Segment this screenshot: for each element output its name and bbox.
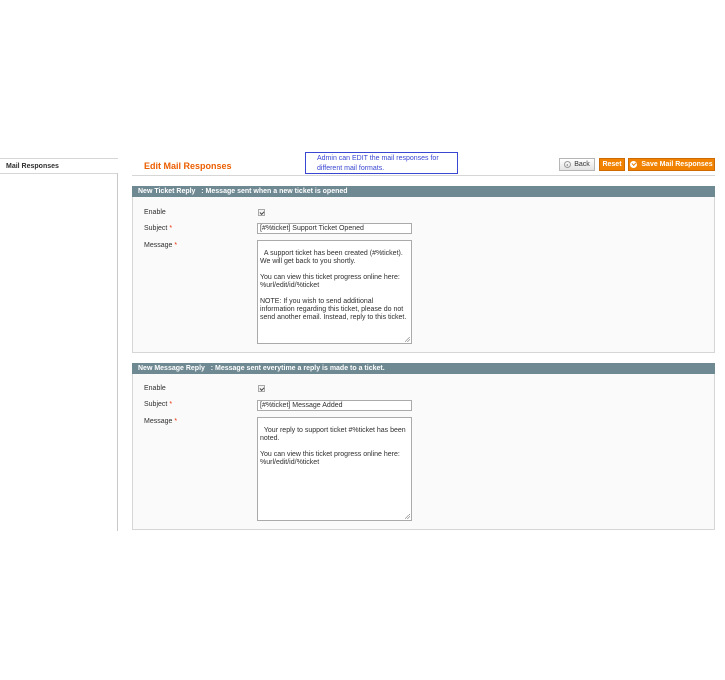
- sidebar-title-label: Mail Responses: [6, 163, 59, 170]
- back-button-label: Back: [574, 161, 590, 168]
- page-title: Edit Mail Responses: [144, 161, 232, 171]
- subject-label: Subject *: [144, 225, 172, 232]
- title-divider: [132, 175, 715, 176]
- enable-checkbox[interactable]: [258, 385, 265, 392]
- enable-label: Enable: [144, 385, 166, 392]
- annotation-line-1: Admin can EDIT the mail responses for: [317, 155, 439, 162]
- resize-handle[interactable]: [405, 514, 410, 519]
- section-header-new-message-reply: New Message Reply : Message sent everyti…: [132, 363, 715, 374]
- message-textarea[interactable]: Your reply to support ticket #%ticket ha…: [257, 417, 412, 521]
- message-label-text: Message: [144, 242, 173, 249]
- enable-label: Enable: [144, 209, 166, 216]
- sidebar-title: Mail Responses: [0, 158, 118, 174]
- required-marker: *: [169, 225, 173, 232]
- message-label: Message *: [144, 242, 177, 249]
- resize-handle[interactable]: [405, 337, 410, 342]
- required-marker: *: [169, 401, 173, 408]
- subject-input[interactable]: [#%ticket] Support Ticket Opened: [257, 223, 412, 234]
- required-marker: *: [174, 418, 178, 425]
- save-mail-responses-button[interactable]: Save Mail Responses: [628, 158, 715, 171]
- message-label-text: Message: [144, 418, 173, 425]
- subject-label-text: Subject: [144, 401, 168, 408]
- sidebar-divider: [117, 173, 118, 531]
- message-label: Message *: [144, 418, 177, 425]
- section-new-ticket-reply: [132, 197, 715, 353]
- subject-input[interactable]: [#%ticket] Message Added: [257, 400, 412, 411]
- section-header-new-ticket-reply: New Ticket Reply : Message sent when a n…: [132, 186, 715, 197]
- back-button[interactable]: Back: [559, 158, 595, 171]
- save-button-label: Save Mail Responses: [641, 161, 713, 168]
- subject-label: Subject *: [144, 401, 172, 408]
- enable-checkbox[interactable]: [258, 209, 265, 216]
- reset-button[interactable]: Reset: [599, 158, 625, 171]
- back-arrow-icon: [564, 161, 572, 168]
- annotation-line-2: different mail formats.: [317, 165, 385, 172]
- message-text: Your reply to support ticket #%ticket ha…: [260, 427, 406, 466]
- reset-button-label: Reset: [602, 161, 622, 168]
- message-textarea[interactable]: A support ticket has been created (#%tic…: [257, 240, 412, 344]
- annotation-callout: Admin can EDIT the mail responses for di…: [305, 152, 458, 174]
- checkmark-icon: [630, 161, 638, 168]
- section-new-message-reply: [132, 374, 715, 530]
- required-marker: *: [174, 242, 178, 249]
- subject-label-text: Subject: [144, 225, 168, 232]
- message-text: A support ticket has been created (#%tic…: [260, 250, 407, 321]
